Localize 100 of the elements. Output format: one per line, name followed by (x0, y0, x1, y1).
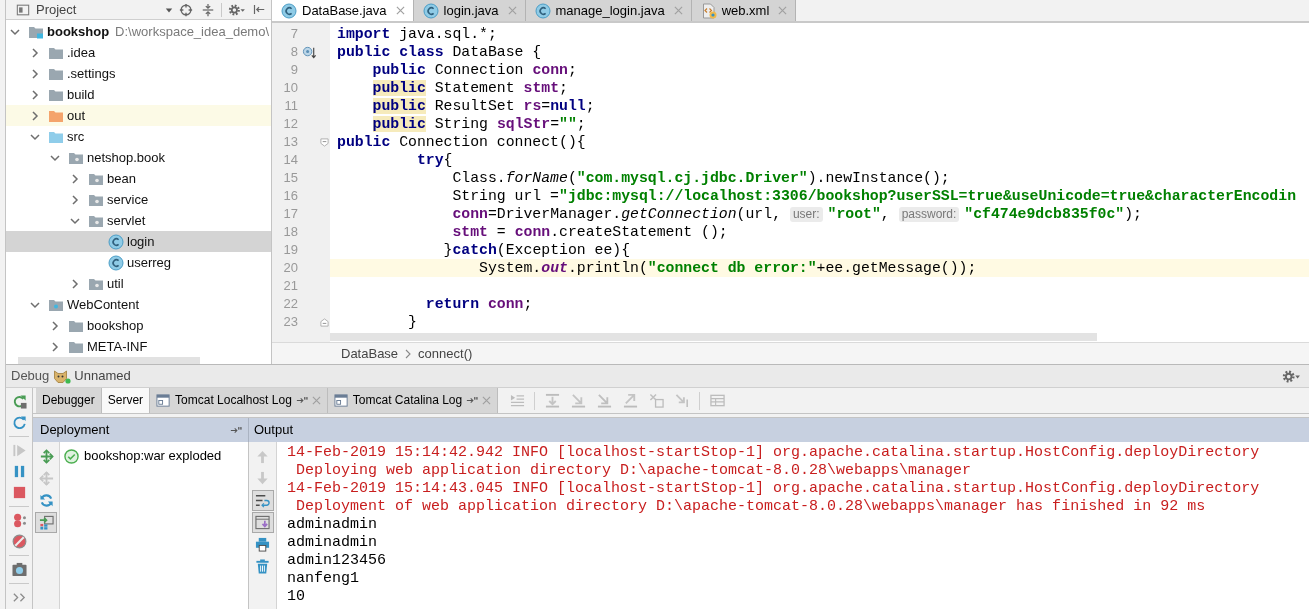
toolbar-button[interactable] (35, 512, 57, 533)
toolbar-button[interactable] (251, 512, 274, 533)
pin-arrow-icon[interactable] (466, 396, 479, 405)
tool-tab[interactable]: Debugger (36, 388, 102, 413)
step-down-icon (544, 393, 560, 408)
stop-icon (11, 485, 27, 500)
code-line: public class DataBase { (336, 43, 542, 61)
tree-item[interactable]: META-INF (6, 336, 271, 357)
fold-icon[interactable] (320, 317, 329, 327)
close-icon[interactable] (507, 6, 517, 15)
chevron-right-icon[interactable] (50, 341, 60, 352)
refresh-icon (38, 493, 54, 508)
panel-title[interactable]: Project (36, 1, 77, 18)
close-icon[interactable] (778, 6, 788, 15)
tree-item[interactable]: bookshop (6, 315, 271, 336)
diagonal-arrow-icon (596, 393, 612, 408)
line-number: 14 (283, 152, 298, 168)
chevron-down-icon[interactable] (30, 299, 40, 310)
line-number: 19 (283, 242, 298, 258)
collapse-icon[interactable] (201, 2, 215, 17)
chevron-down-icon[interactable] (50, 152, 60, 163)
tree-item[interactable]: out (6, 105, 271, 126)
tree-item[interactable]: src (6, 126, 271, 147)
tree-item[interactable]: util (6, 273, 271, 294)
breadcrumb-item[interactable]: connect() (418, 345, 473, 362)
caret-icon[interactable] (165, 5, 173, 14)
crosshair-icon[interactable] (179, 2, 193, 17)
code-line: public Connection conn; (371, 61, 577, 79)
document-icon (700, 2, 717, 19)
circle-c-icon (534, 2, 551, 19)
breadcrumb-item[interactable]: DataBase (341, 345, 399, 362)
chevron-right-icon[interactable] (30, 110, 40, 121)
code-line: import java.sql.*; (336, 25, 497, 43)
code-line: public Statement stmt; (371, 79, 568, 97)
chevron-right-icon[interactable] (30, 89, 40, 100)
tree-item[interactable]: WebContent (6, 294, 271, 315)
chevron-right-icon[interactable] (70, 278, 80, 289)
chevron-down-icon[interactable] (10, 26, 20, 37)
editor-tab[interactable]: login.java (413, 0, 526, 21)
arrow-up-icon (255, 449, 270, 464)
settings-icon[interactable] (228, 2, 246, 17)
circle-arrow-icon[interactable] (301, 44, 317, 60)
tool-tab[interactable]: Tomcat Catalina Log (327, 388, 499, 413)
tree-item[interactable]: service (6, 189, 271, 210)
wrap-lines-icon (255, 493, 270, 508)
line-number: 15 (283, 170, 298, 186)
close-icon[interactable] (673, 6, 683, 15)
window-icon (156, 393, 172, 408)
output-line: 10 (287, 588, 305, 606)
close-icon[interactable] (311, 396, 321, 405)
run-config-label[interactable]: Unnamed (74, 368, 131, 384)
chevron-right-icon[interactable] (70, 173, 80, 184)
editor-tab[interactable]: web.xml (691, 0, 797, 21)
chevron-right-icon[interactable] (30, 68, 40, 79)
cat-icon (53, 368, 72, 384)
output-line: adminadmin (287, 534, 377, 552)
circle-c-icon (108, 233, 124, 250)
camera-icon (11, 562, 27, 577)
tree-item[interactable]: bean (6, 168, 271, 189)
chevron-right-icon[interactable] (30, 47, 40, 58)
chevron-right-icon[interactable] (50, 320, 60, 331)
line-number: 10 (283, 80, 298, 96)
tree-item[interactable]: servlet (6, 210, 271, 231)
scroll-down-icon (255, 515, 270, 530)
pin-arrow-icon[interactable] (295, 396, 308, 405)
chevron-down-icon[interactable] (30, 131, 40, 142)
fold-icon[interactable] (320, 137, 329, 147)
chevron-right-icon[interactable] (70, 194, 80, 205)
play-icon (11, 443, 27, 458)
tree-item[interactable]: login (6, 231, 271, 252)
tool-tab[interactable]: Server (101, 388, 151, 413)
output-line: Deploying web application directory D:\apache-tomcat-8.0.28\webapps\manager (295, 462, 972, 480)
tree-item[interactable]: .idea (6, 42, 271, 63)
editor-tab[interactable]: manage_login.java (525, 0, 692, 21)
frame-arrow-icon (38, 515, 54, 530)
trash-icon (255, 559, 270, 574)
deployment-item[interactable]: bookshop:war exploded (60, 446, 222, 466)
settings-icon[interactable] (1282, 368, 1301, 384)
bar-arrow-icon[interactable] (253, 3, 265, 16)
diagonal-arrow-icon (570, 393, 586, 408)
line-number: 23 (283, 314, 298, 330)
tree-item[interactable]: userreg (6, 252, 271, 273)
circle-c-icon (422, 2, 439, 19)
chevron-down-icon[interactable] (70, 215, 80, 226)
horizontal-scrollbar[interactable] (18, 357, 200, 364)
line-number: 21 (283, 278, 298, 294)
close-icon[interactable] (395, 6, 405, 15)
toolbar-button[interactable] (251, 490, 274, 511)
tree-item[interactable]: bookshop D:\workspace_idea_demo\ (6, 21, 271, 42)
editor-tab[interactable]: DataBase.java (272, 0, 414, 21)
horizontal-scrollbar[interactable] (330, 333, 1097, 341)
tree-item[interactable]: netshop.book (6, 147, 271, 168)
pin-arrow-icon[interactable] (230, 425, 242, 435)
tool-tab[interactable]: Tomcat Localhost Log (150, 388, 328, 413)
code-line: }catch(Exception ee){ (442, 241, 631, 259)
tree-item[interactable]: .settings (6, 63, 271, 84)
close-icon[interactable] (482, 396, 492, 405)
tree-item[interactable]: build (6, 84, 271, 105)
circles-icon (11, 513, 27, 528)
double-chevron-icon (11, 590, 27, 605)
